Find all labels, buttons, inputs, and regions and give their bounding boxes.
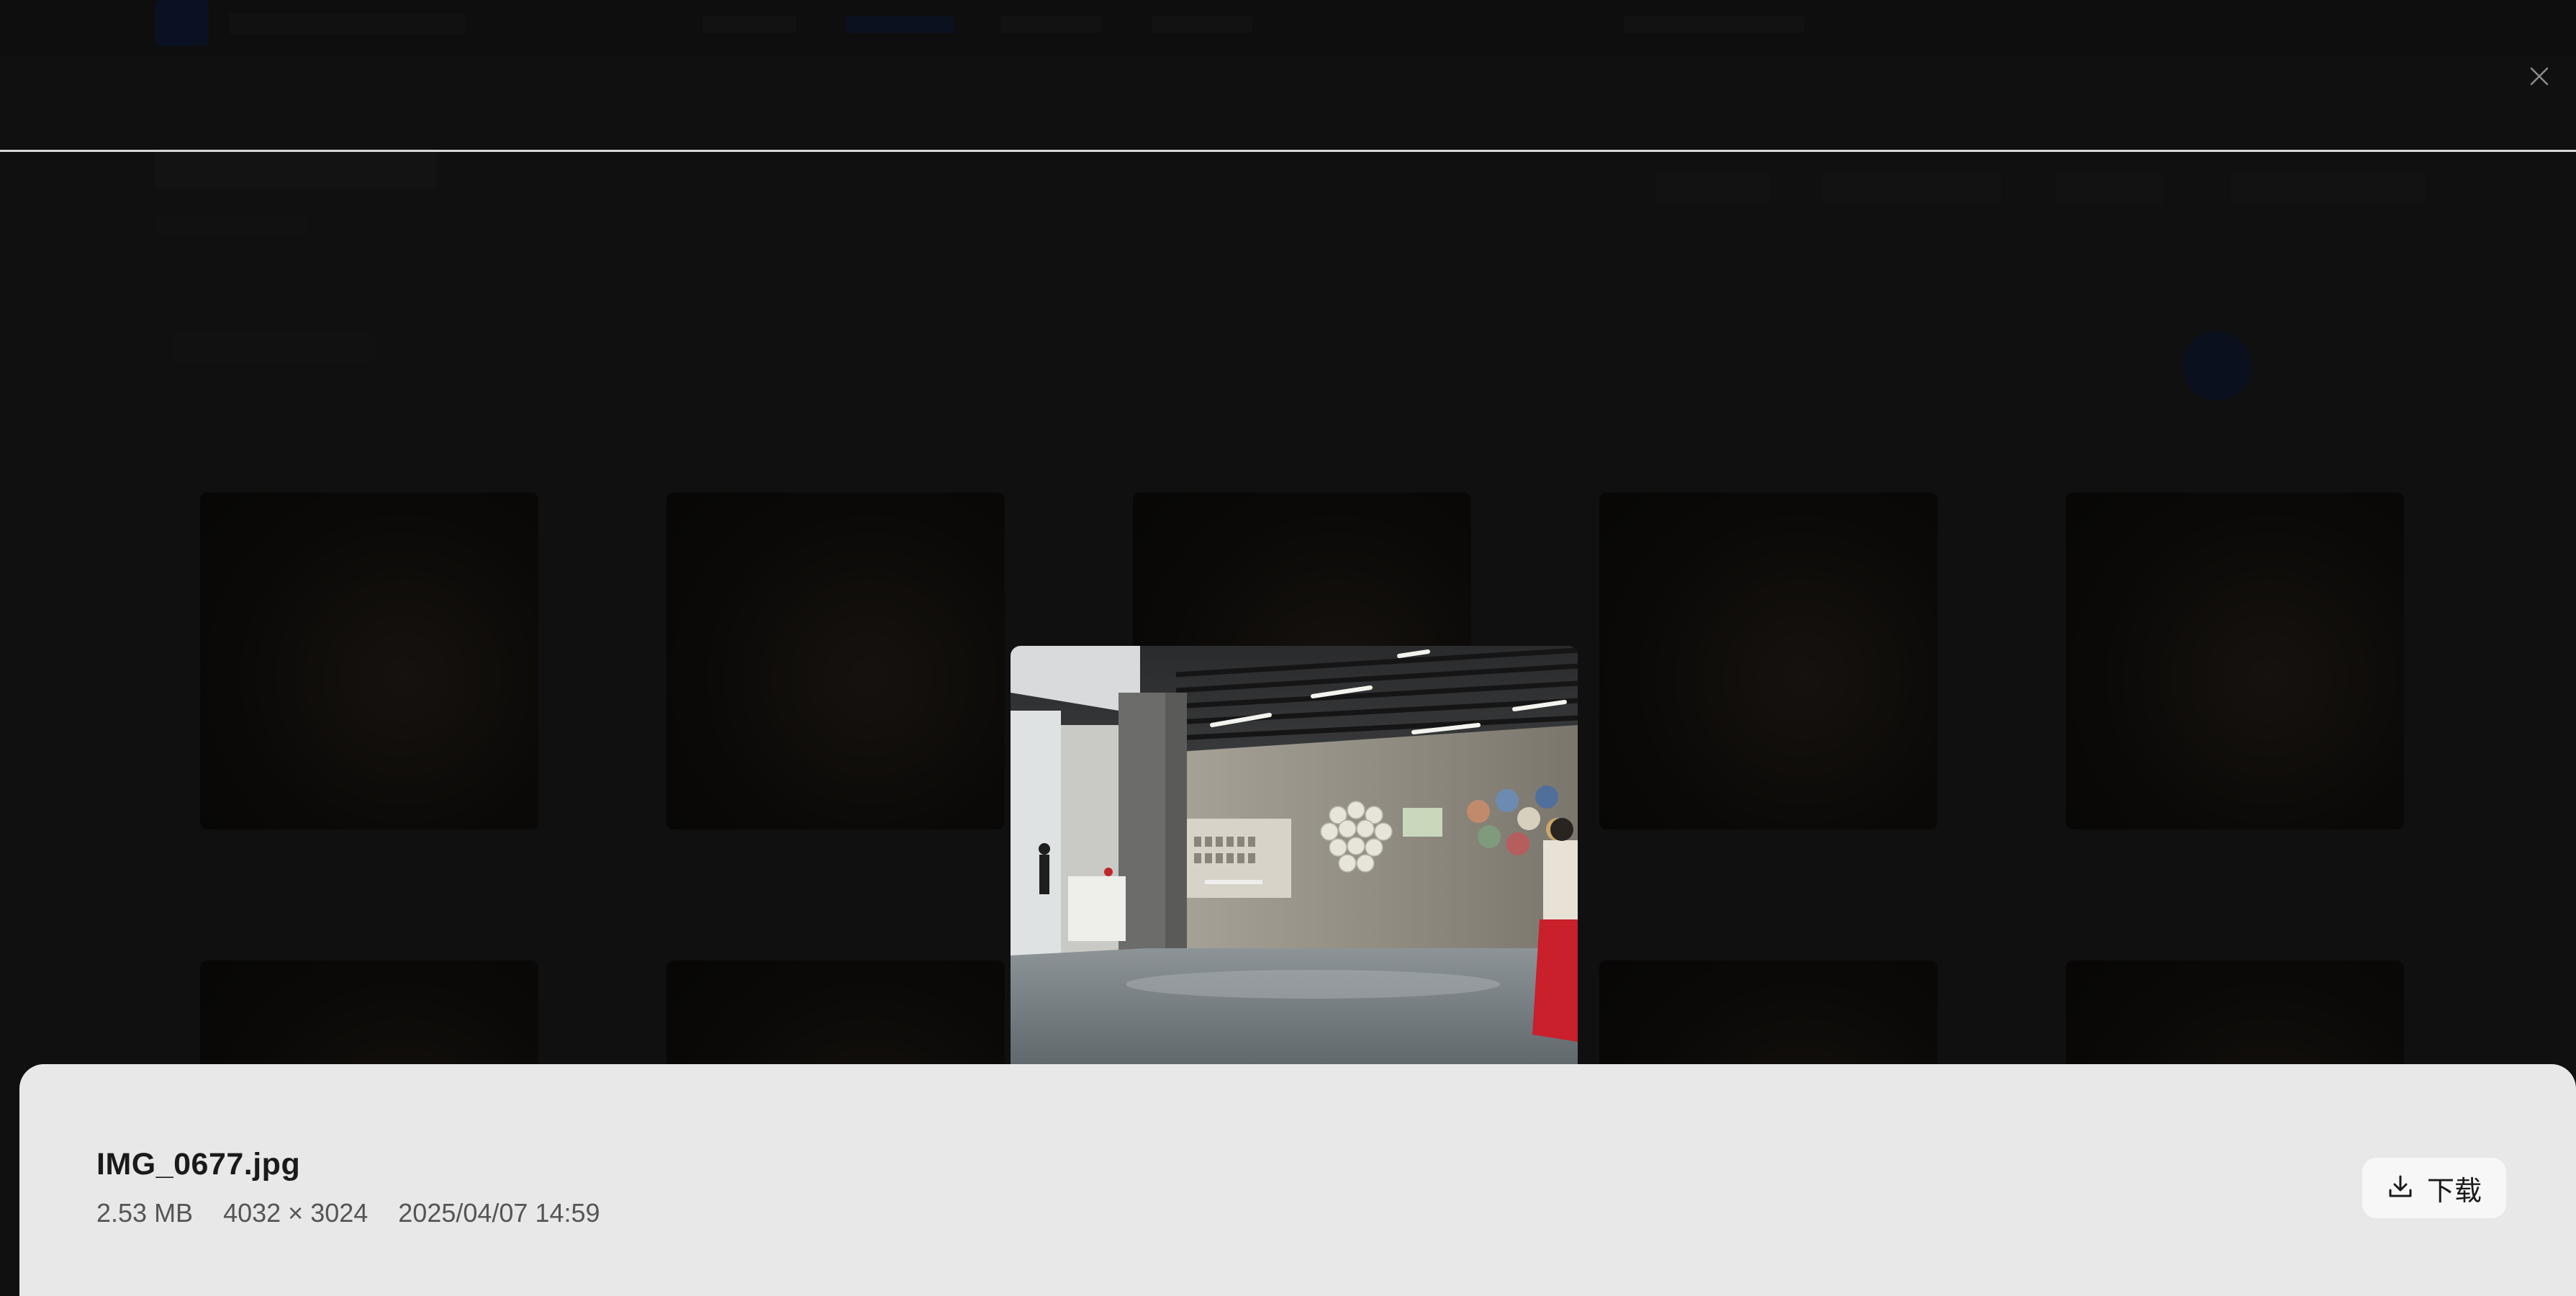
close-icon: [2528, 66, 2550, 91]
close-button[interactable]: [2523, 62, 2555, 94]
image-dimensions: 4032 × 3024: [223, 1198, 369, 1228]
file-date: 2025/04/07 14:59: [398, 1198, 600, 1228]
download-label: 下载: [2426, 1174, 2482, 1207]
file-size: 2.53 MB: [96, 1198, 194, 1228]
photo-preview: [1011, 646, 1578, 1069]
image-viewer-stage: IMG_0677.jpg 2.53 MB 4032 × 3024 2025/04…: [0, 0, 2576, 1296]
file-meta-row: 2.53 MB 4032 × 3024 2025/04/07 14:59: [96, 1198, 600, 1228]
file-name: IMG_0677.jpg: [96, 1147, 301, 1182]
lightbox-header-divider: [0, 150, 2576, 152]
file-info-panel: IMG_0677.jpg 2.53 MB 4032 × 3024 2025/04…: [19, 1064, 2576, 1296]
download-button[interactable]: 下载: [2362, 1158, 2506, 1218]
download-icon: [2387, 1173, 2414, 1204]
